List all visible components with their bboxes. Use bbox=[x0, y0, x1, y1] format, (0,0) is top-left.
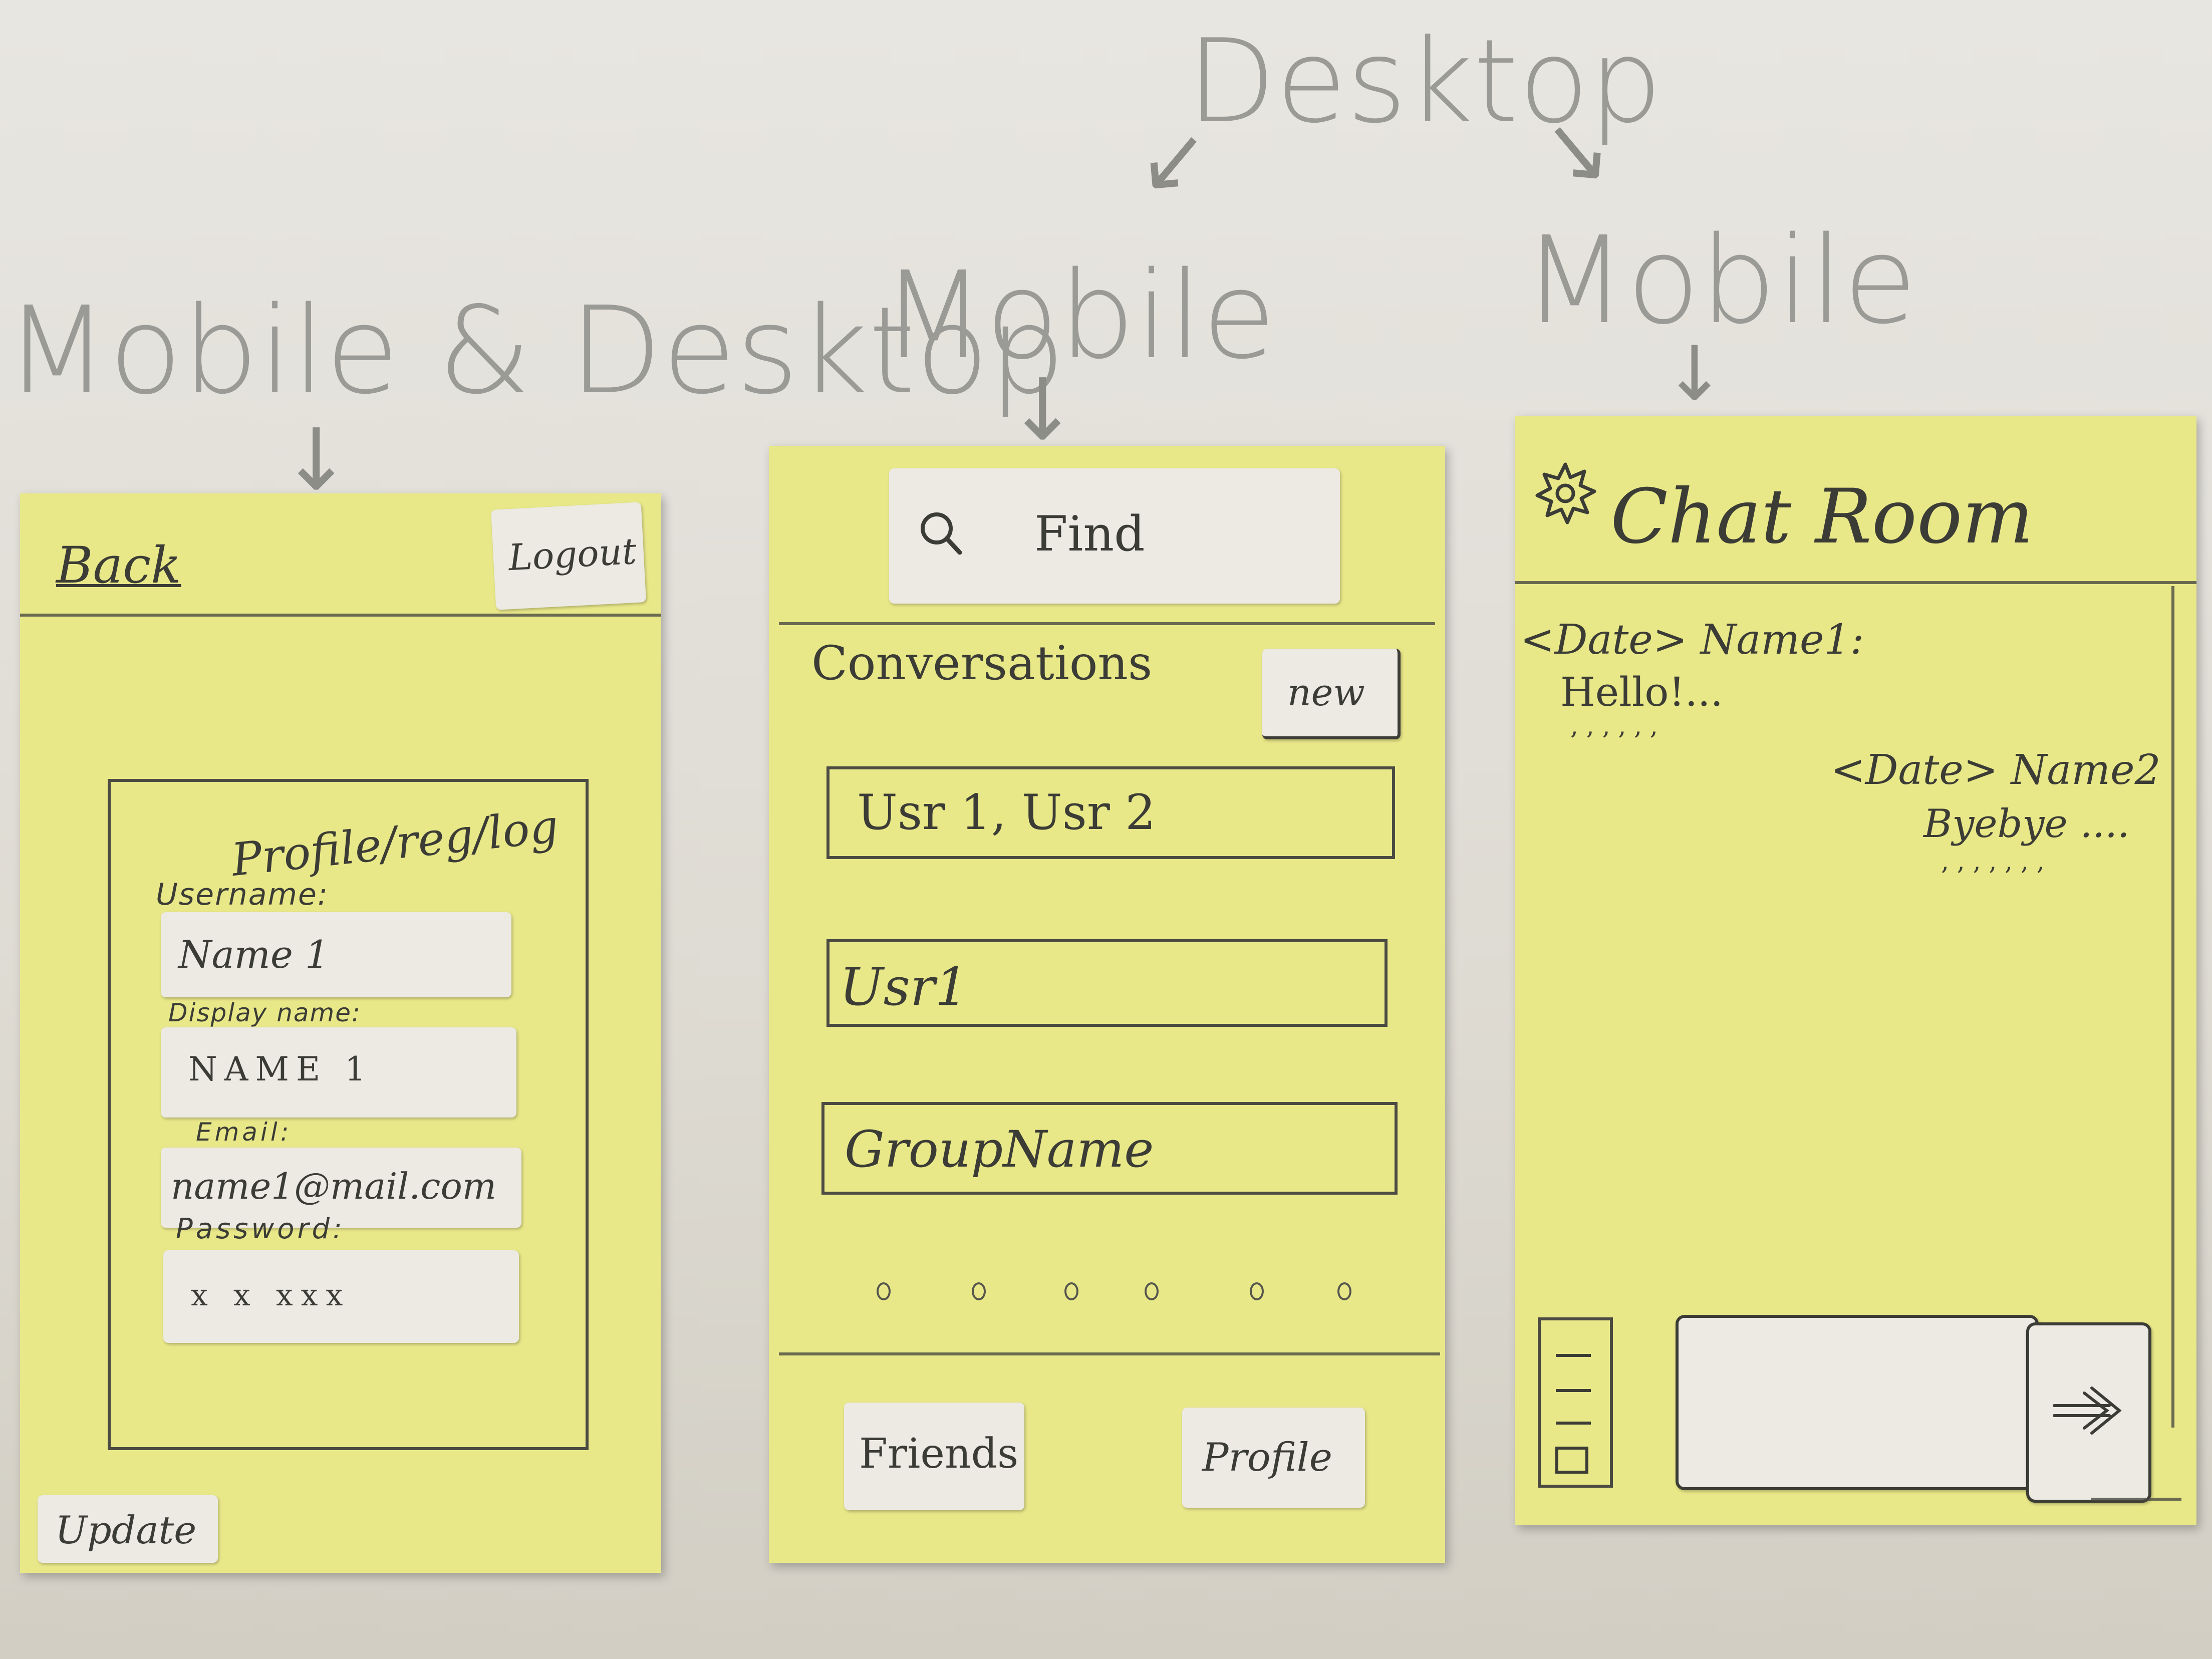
placeholder-dot bbox=[1145, 1282, 1159, 1300]
email-label: Email: bbox=[196, 1118, 292, 1147]
send-button[interactable] bbox=[2026, 1322, 2151, 1503]
message-header: <Date> Name2 bbox=[1831, 746, 2161, 794]
new-button-label: new bbox=[1287, 671, 1365, 714]
friends-button[interactable]: Friends bbox=[844, 1403, 1024, 1510]
display-name-field[interactable]: NAME 1 bbox=[161, 1027, 516, 1118]
input-bar-baseline bbox=[2091, 1498, 2181, 1501]
chat-room-screen: Chat Room <Date> Name1: Hello!... , , , … bbox=[1515, 416, 2196, 1525]
placeholder-dot bbox=[1064, 1282, 1078, 1300]
arrow-down-icon: ↓ bbox=[1007, 361, 1078, 460]
new-conversation-button[interactable]: new bbox=[1262, 649, 1401, 739]
logout-button[interactable]: Logout bbox=[490, 502, 647, 610]
panel-title: Profile/reg/log bbox=[229, 800, 561, 887]
update-button[interactable]: Update bbox=[38, 1495, 218, 1563]
annotation-mobile-center: Mobile bbox=[882, 245, 1276, 386]
message-filler: , , , , , , bbox=[1570, 711, 1658, 740]
message-text: Byebye .... bbox=[1923, 801, 2130, 847]
update-button-label: Update bbox=[55, 1508, 197, 1552]
password-label: Password: bbox=[176, 1213, 345, 1245]
friends-button-label: Friends bbox=[859, 1430, 1019, 1478]
chat-room-title: Chat Room bbox=[1610, 473, 2034, 561]
footer-divider bbox=[779, 1352, 1440, 1355]
conversations-title: Conversations bbox=[811, 636, 1153, 691]
profile-form-panel: Profile/reg/log Username: Name 1 Display… bbox=[108, 779, 589, 1450]
placeholder-dot bbox=[972, 1282, 986, 1300]
message-header: <Date> Name1: bbox=[1520, 616, 1864, 664]
profile-screen: Back Logout Profile/reg/log Username: Na… bbox=[20, 493, 661, 1573]
display-name-value: NAME 1 bbox=[188, 1050, 373, 1088]
more-items-indicator bbox=[769, 1277, 1445, 1307]
search-icon bbox=[917, 508, 964, 556]
chat-right-border bbox=[2171, 586, 2174, 1428]
password-field[interactable]: x x xxx bbox=[163, 1250, 519, 1343]
username-value: Name 1 bbox=[178, 932, 330, 977]
conversation-item-3[interactable]: GroupName bbox=[821, 1102, 1398, 1195]
display-name-label: Display name: bbox=[168, 998, 361, 1027]
search-bar[interactable]: Find bbox=[889, 468, 1340, 604]
conversation-item-1[interactable]: Usr 1, Usr 2 bbox=[826, 766, 1395, 859]
placeholder-dot bbox=[1337, 1282, 1351, 1300]
back-link[interactable]: Back bbox=[56, 536, 181, 595]
email-value: name1@mail.com bbox=[171, 1165, 497, 1207]
arrow-down-icon: ↓ bbox=[1663, 331, 1726, 418]
conversation-label: Usr1 bbox=[840, 956, 968, 1017]
conversation-item-2[interactable]: Usr1 bbox=[826, 939, 1388, 1027]
conversation-label: Usr 1, Usr 2 bbox=[857, 784, 1156, 841]
annotation-mobile-right: Mobile bbox=[1523, 210, 1917, 351]
header-divider bbox=[779, 622, 1435, 625]
header-divider bbox=[1515, 581, 2196, 584]
header-divider bbox=[20, 614, 661, 617]
search-placeholder: Find bbox=[1034, 506, 1145, 562]
profile-button[interactable]: Profile bbox=[1182, 1408, 1365, 1508]
message-input[interactable] bbox=[1676, 1315, 2039, 1490]
username-label: Username: bbox=[156, 877, 329, 912]
conversations-screen: Find Conversations new Usr 1, Usr 2 Usr1… bbox=[769, 446, 1445, 1563]
password-value: x x xxx bbox=[191, 1278, 351, 1313]
double-arrow-icon bbox=[2049, 1380, 2129, 1441]
profile-button-label: Profile bbox=[1202, 1435, 1332, 1480]
gear-icon[interactable] bbox=[1530, 458, 1600, 528]
logout-button-label: Logout bbox=[507, 529, 638, 579]
conversation-label: GroupName bbox=[845, 1120, 1154, 1179]
message-filler: , , , , , , , bbox=[1941, 847, 2045, 876]
placeholder-dot bbox=[1250, 1282, 1264, 1300]
placeholder-dot bbox=[877, 1282, 891, 1300]
menu-icon[interactable] bbox=[1538, 1317, 1613, 1488]
message-text: Hello!... bbox=[1560, 669, 1723, 715]
username-field[interactable]: Name 1 bbox=[161, 912, 511, 997]
